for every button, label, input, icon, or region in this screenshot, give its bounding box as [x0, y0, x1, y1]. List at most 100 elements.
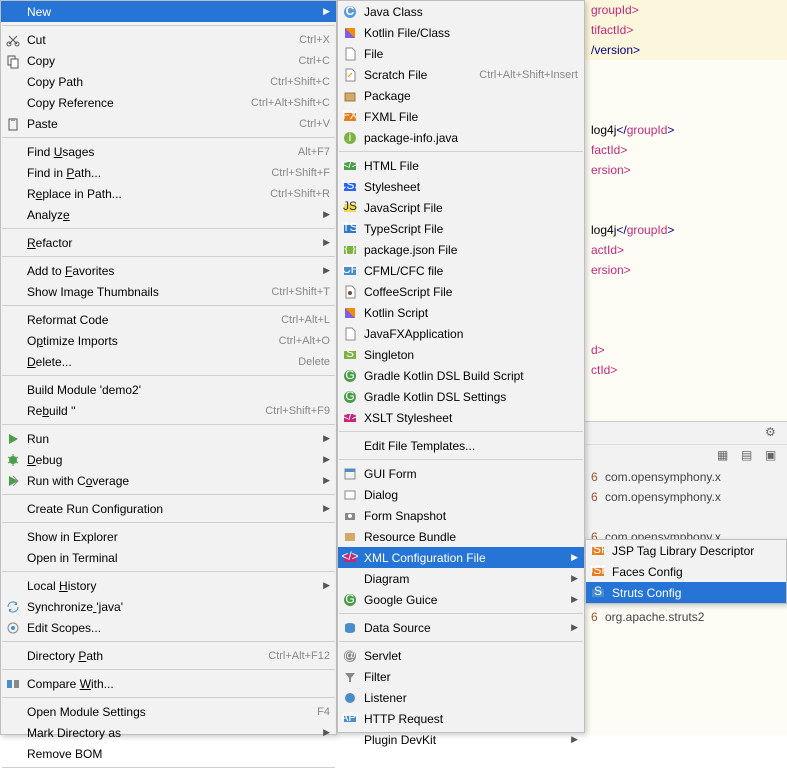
context-item-analyze[interactable]: Analyze▶	[1, 204, 336, 225]
context-item-remove-bom[interactable]: Remove BOM	[1, 743, 336, 764]
new-item-gui-form[interactable]: GUI Form	[338, 463, 584, 484]
new-item-filter[interactable]: Filter	[338, 666, 584, 687]
new-item-data-source[interactable]: Data Source▶	[338, 617, 584, 638]
new-item-gradle-kotlin-dsl-build-script[interactable]: GGradle Kotlin DSL Build Script	[338, 365, 584, 386]
xmlconfig-item-faces-config[interactable]: JSFFaces Config	[586, 561, 786, 582]
new-item-kotlin-script[interactable]: Kotlin Script	[338, 302, 584, 323]
new-item-cfml-cfc-file[interactable]: CFCFML/CFC file	[338, 260, 584, 281]
new-item-dialog[interactable]: Dialog	[338, 484, 584, 505]
shortcut: Ctrl+C	[299, 55, 330, 67]
blank-icon	[5, 550, 21, 566]
menu-label: Resource Bundle	[364, 530, 578, 544]
new-item-edit-file-templates[interactable]: Edit File Templates...	[338, 435, 584, 456]
jsp-icon: JSP	[590, 543, 606, 559]
new-item-form-snapshot[interactable]: Form Snapshot	[338, 505, 584, 526]
context-item-delete[interactable]: Delete...Delete	[1, 351, 336, 372]
kotlin-icon	[342, 305, 358, 321]
context-item-paste[interactable]: PasteCtrl+V	[1, 113, 336, 134]
context-item-replace-in-path[interactable]: Replace in Path...Ctrl+Shift+R	[1, 183, 336, 204]
context-item-copy-reference[interactable]: Copy ReferenceCtrl+Alt+Shift+C	[1, 92, 336, 113]
new-item-listener[interactable]: Listener	[338, 687, 584, 708]
context-item-show-image-thumbnails[interactable]: Show Image ThumbnailsCtrl+Shift+T	[1, 281, 336, 302]
menu-label: Copy	[27, 54, 289, 68]
context-item-copy-path[interactable]: Copy PathCtrl+Shift+C	[1, 71, 336, 92]
context-item-copy[interactable]: Copy Ctrl+C	[1, 50, 336, 71]
context-item-find-usages[interactable]: Find UsagesAlt+F7	[1, 141, 336, 162]
new-item-google-guice[interactable]: GGoogle Guice▶	[338, 589, 584, 610]
layout-icon[interactable]: ▤	[741, 448, 757, 464]
context-item-show-in-explorer[interactable]: Show in Explorer	[1, 526, 336, 547]
svg-text:JS: JS	[343, 200, 357, 213]
new-item-package[interactable]: Package	[338, 85, 584, 106]
new-item-xslt-stylesheet[interactable]: </>XSLT Stylesheet	[338, 407, 584, 428]
new-item-diagram[interactable]: Diagram▶	[338, 568, 584, 589]
result-row[interactable]: 6 com.opensymphony.x	[585, 467, 787, 487]
context-item-mark-directory-as[interactable]: Mark Directory as▶	[1, 722, 336, 743]
new-item-fxml-file[interactable]: FXFXML File	[338, 106, 584, 127]
new-item-resource-bundle[interactable]: Resource Bundle	[338, 526, 584, 547]
context-item-cut[interactable]: CutCtrl+X	[1, 29, 336, 50]
new-item-java-class[interactable]: CJava Class	[338, 1, 584, 22]
context-item-rebuild-default[interactable]: Rebuild ''Ctrl+Shift+F9	[1, 400, 336, 421]
separator	[2, 669, 335, 670]
new-item-plugin-devkit[interactable]: Plugin DevKit▶	[338, 729, 584, 750]
context-item-run[interactable]: Run▶	[1, 428, 336, 449]
result-row[interactable]: 6 org.apache.struts2	[585, 607, 787, 627]
context-item-refactor[interactable]: Refactor▶	[1, 232, 336, 253]
kotlin-icon	[342, 25, 358, 41]
new-item-javafxapplication[interactable]: JavaFXApplication	[338, 323, 584, 344]
context-item-reformat-code[interactable]: Reformat CodeCtrl+Alt+L	[1, 309, 336, 330]
context-item-create-run-configuration[interactable]: Create Run Configuration▶	[1, 498, 336, 519]
context-item-build-module-demo2[interactable]: Build Module 'demo2'	[1, 379, 336, 400]
shortcut: Ctrl+X	[299, 34, 330, 46]
context-item-add-to-favorites[interactable]: Add to Favorites▶	[1, 260, 336, 281]
context-item-open-in-terminal[interactable]: Open in Terminal	[1, 547, 336, 568]
new-item-stylesheet[interactable]: CSSStylesheet	[338, 176, 584, 197]
blank-icon	[5, 382, 21, 398]
context-item-open-module-settings[interactable]: Open Module SettingsF4	[1, 701, 336, 722]
http-icon: API	[342, 711, 358, 727]
context-item-compare-with[interactable]: Compare With...	[1, 673, 336, 694]
menu-label: Show Image Thumbnails	[27, 285, 261, 299]
result-text: org.apache.struts2	[605, 610, 704, 624]
new-item-gradle-kotlin-dsl-settings[interactable]: GGradle Kotlin DSL Settings	[338, 386, 584, 407]
table-icon[interactable]: ▦	[717, 448, 733, 464]
new-item-html-file[interactable]: </>HTML File	[338, 155, 584, 176]
context-item-local-history[interactable]: Local History▶	[1, 575, 336, 596]
xmlconfig-item-struts-config[interactable]: SStruts Config	[586, 582, 786, 603]
new-item-typescript-file[interactable]: TSTypeScript File	[338, 218, 584, 239]
new-item-servlet[interactable]: @Servlet	[338, 645, 584, 666]
new-item-scratch-file[interactable]: Scratch FileCtrl+Alt+Shift+Insert	[338, 64, 584, 85]
line-num: 6	[591, 470, 605, 484]
menu-label: Add to Favorites	[27, 264, 322, 278]
new-item-http-request[interactable]: APIHTTP Request	[338, 708, 584, 729]
new-item-package-info-java[interactable]: ipackage-info.java	[338, 127, 584, 148]
xmlconfig-item-jsp-tag-library-descriptor[interactable]: JSPJSP Tag Library Descriptor	[586, 540, 786, 561]
context-item-find-in-path[interactable]: Find in Path...Ctrl+Shift+F	[1, 162, 336, 183]
result-row[interactable]: 6 com.opensymphony.x	[585, 487, 787, 507]
shortcut: Delete	[298, 356, 330, 368]
new-item-xml-configuration-file[interactable]: </>XML Configuration File▶	[338, 547, 584, 568]
context-item-debug[interactable]: Debug▶	[1, 449, 336, 470]
context-item-optimize-imports[interactable]: Optimize ImportsCtrl+Alt+O	[1, 330, 336, 351]
new-item-kotlin-file-class[interactable]: Kotlin File/Class	[338, 22, 584, 43]
context-item-edit-scopes[interactable]: Edit Scopes...	[1, 617, 336, 638]
menu-label: Struts Config	[612, 586, 780, 600]
context-item-directory-path[interactable]: Directory PathCtrl+Alt+F12	[1, 645, 336, 666]
new-item-package-json-file[interactable]: { }package.json File	[338, 239, 584, 260]
code-line: d>	[585, 340, 787, 360]
context-item-new[interactable]: New▶	[1, 1, 336, 22]
menu-label: Show in Explorer	[27, 530, 330, 544]
shortcut: Ctrl+Alt+F12	[268, 650, 330, 662]
context-item-synchronize-java[interactable]: Synchronize 'java'	[1, 596, 336, 617]
new-item-singleton[interactable]: SSingleton	[338, 344, 584, 365]
new-item-file[interactable]: File	[338, 43, 584, 64]
separator	[2, 641, 335, 642]
preview-icon[interactable]: ▣	[765, 448, 781, 464]
new-item-coffeescript-file[interactable]: CoffeeScript File	[338, 281, 584, 302]
context-item-run-with-coverage[interactable]: Run with Coverage▶	[1, 470, 336, 491]
new-item-javascript-file[interactable]: JSJavaScript File	[338, 197, 584, 218]
gear-icon[interactable]: ⚙	[765, 425, 781, 441]
result-row[interactable]	[585, 507, 787, 527]
code-line	[585, 80, 787, 100]
